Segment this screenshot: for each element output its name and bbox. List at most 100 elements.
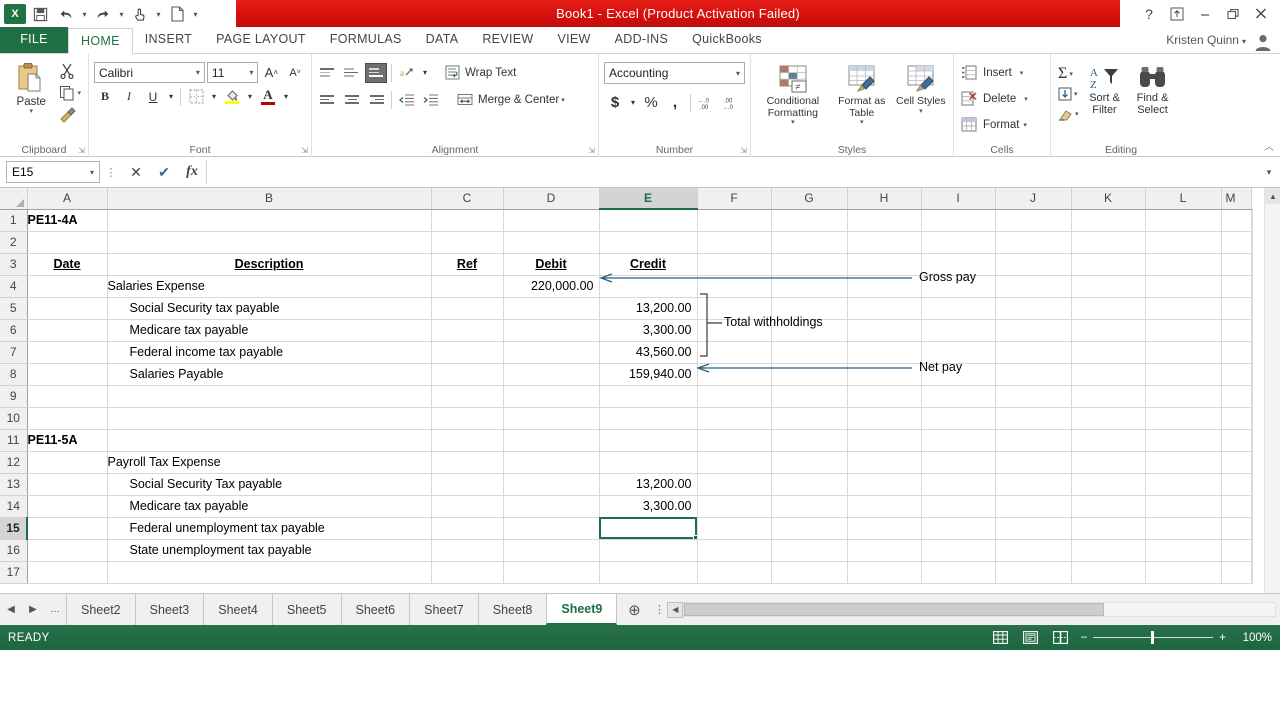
cell-K2[interactable] <box>1071 231 1146 254</box>
cell-B7[interactable]: Federal income tax payable <box>107 341 432 364</box>
cell-G5[interactable] <box>771 297 848 320</box>
cell-D5[interactable] <box>503 297 600 320</box>
cell-G8[interactable] <box>771 363 848 386</box>
cell-K7[interactable] <box>1071 341 1146 364</box>
row-header-1[interactable]: 1 <box>0 209 28 232</box>
column-header-C[interactable]: C <box>431 188 504 210</box>
cell-L5[interactable] <box>1145 297 1222 320</box>
sheet-tab-sheet5[interactable]: Sheet5 <box>271 594 341 625</box>
currency-button[interactable]: $ <box>604 92 626 113</box>
alignment-dialog-launcher[interactable]: ⇲ <box>588 146 595 155</box>
underline-dropdown-icon[interactable]: ▾ <box>166 87 176 107</box>
cell-F14[interactable] <box>697 495 772 518</box>
cell-F12[interactable] <box>697 451 772 474</box>
fill-color-icon[interactable] <box>221 86 243 107</box>
cell-A15[interactable] <box>27 517 108 540</box>
cell-H7[interactable] <box>847 341 922 364</box>
restore-button[interactable] <box>1220 2 1246 26</box>
cell-B16[interactable]: State unemployment tax payable <box>107 539 432 562</box>
column-header-B[interactable]: B <box>107 188 432 210</box>
cell-H3[interactable] <box>847 253 922 276</box>
column-header-G[interactable]: G <box>771 188 848 210</box>
tab-home[interactable]: HOME <box>68 28 133 54</box>
cell-B8[interactable]: Salaries Payable <box>107 363 432 386</box>
cell-C14[interactable] <box>431 495 504 518</box>
cell-E6[interactable]: 3,300.00 <box>599 319 698 342</box>
font-color-dropdown-icon[interactable]: ▾ <box>281 87 291 107</box>
cell-H17[interactable] <box>847 561 922 584</box>
format-cells-button[interactable]: Format ▾ <box>959 115 1045 134</box>
decrease-font-size-icon[interactable]: A ˅ <box>284 62 306 83</box>
cell-D13[interactable] <box>503 473 600 496</box>
orientation-dropdown-icon[interactable]: ▾ <box>420 63 430 83</box>
cell-M4[interactable] <box>1221 275 1252 298</box>
cell-A12[interactable] <box>27 451 108 474</box>
touch-mode-icon[interactable] <box>128 2 152 26</box>
collapse-ribbon-button[interactable]: ︿ <box>1264 138 1274 153</box>
cell-K17[interactable] <box>1071 561 1146 584</box>
cell-D14[interactable] <box>503 495 600 518</box>
cell-M5[interactable] <box>1221 297 1252 320</box>
cell-L8[interactable] <box>1145 363 1222 386</box>
cell-B12[interactable]: Payroll Tax Expense <box>107 451 432 474</box>
cell-I12[interactable] <box>921 451 996 474</box>
cell-G6[interactable] <box>771 319 848 342</box>
cell-C16[interactable] <box>431 539 504 562</box>
row-header-17[interactable]: 17 <box>0 561 28 584</box>
cell-H10[interactable] <box>847 407 922 430</box>
cell-I16[interactable] <box>921 539 996 562</box>
cell-L7[interactable] <box>1145 341 1222 364</box>
row-header-5[interactable]: 5 <box>0 297 28 320</box>
cell-J12[interactable] <box>995 451 1072 474</box>
font-size-input[interactable]: 11 ▾ <box>206 62 259 83</box>
cell-C8[interactable] <box>431 363 504 386</box>
cell-F9[interactable] <box>697 385 772 408</box>
clear-button[interactable]: ▾ <box>1056 105 1081 123</box>
decrease-indent-icon[interactable] <box>396 89 418 110</box>
row-header-14[interactable]: 14 <box>0 495 28 518</box>
cell-A1[interactable]: PE11-4A <box>27 209 108 232</box>
paste-button[interactable]: Paste ▾ <box>5 57 57 124</box>
cell-I15[interactable] <box>921 517 996 540</box>
cell-J5[interactable] <box>995 297 1072 320</box>
column-header-J[interactable]: J <box>995 188 1072 210</box>
cell-E9[interactable] <box>599 385 698 408</box>
cell-L13[interactable] <box>1145 473 1222 496</box>
horizontal-scrollbar[interactable]: ◀ <box>667 594 1280 625</box>
cell-F10[interactable] <box>697 407 772 430</box>
cell-G10[interactable] <box>771 407 848 430</box>
tab-data[interactable]: DATA <box>414 27 471 53</box>
redo-icon[interactable] <box>91 2 115 26</box>
cell-L11[interactable] <box>1145 429 1222 452</box>
fill-color-dropdown-icon[interactable]: ▾ <box>245 87 255 107</box>
align-right-icon[interactable] <box>365 90 387 110</box>
help-button[interactable]: ? <box>1136 2 1162 26</box>
cell-F8[interactable] <box>697 363 772 386</box>
align-bottom-icon[interactable] <box>365 62 387 83</box>
cell-A5[interactable] <box>27 297 108 320</box>
row-header-3[interactable]: 3 <box>0 253 28 276</box>
cell-J6[interactable] <box>995 319 1072 342</box>
cell-F15[interactable] <box>697 517 772 540</box>
cell-H15[interactable] <box>847 517 922 540</box>
cell-M8[interactable] <box>1221 363 1252 386</box>
cell-H5[interactable] <box>847 297 922 320</box>
sheet-tab-sheet7[interactable]: Sheet7 <box>409 594 478 625</box>
cell-L17[interactable] <box>1145 561 1222 584</box>
cell-D4[interactable]: 220,000.00 <box>503 275 600 298</box>
zoom-slider[interactable] <box>1093 631 1214 644</box>
cell-A4[interactable] <box>27 275 108 298</box>
tab-review[interactable]: REVIEW <box>470 27 545 53</box>
cell-A2[interactable] <box>27 231 108 254</box>
cell-H16[interactable] <box>847 539 922 562</box>
cell-J9[interactable] <box>995 385 1072 408</box>
cell-D2[interactable] <box>503 231 600 254</box>
cell-J16[interactable] <box>995 539 1072 562</box>
row-header-10[interactable]: 10 <box>0 407 28 430</box>
expand-formula-bar-icon[interactable]: ▾ <box>1260 167 1278 178</box>
cell-M7[interactable] <box>1221 341 1252 364</box>
cell-H8[interactable] <box>847 363 922 386</box>
cell-D12[interactable] <box>503 451 600 474</box>
italic-button[interactable]: I <box>118 86 140 107</box>
zoom-slider-thumb[interactable] <box>1151 631 1155 644</box>
